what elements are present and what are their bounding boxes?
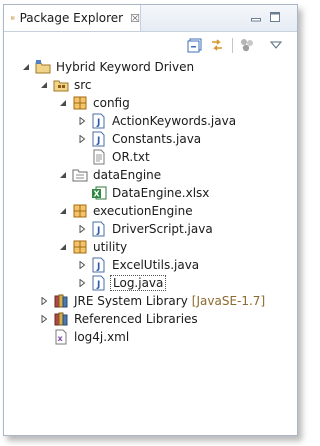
- collapse-all-icon[interactable]: [187, 37, 203, 53]
- maximize-icon[interactable]: [269, 11, 281, 23]
- tree-item-label: Referenced Libraries: [74, 312, 198, 326]
- expanded-arrow-icon[interactable]: [38, 76, 50, 94]
- package-explorer-icon: [11, 16, 15, 20]
- svg-text:J: J: [96, 226, 100, 236]
- library-icon: [53, 293, 69, 309]
- folder-icon: [72, 167, 88, 183]
- tree-item-label: utility: [93, 240, 128, 254]
- tree-item-excelutils-java[interactable]: J ExcelUtils.java: [76, 256, 199, 274]
- focus-on-active-task-icon[interactable]: [239, 37, 255, 53]
- collapsed-arrow-icon[interactable]: [76, 220, 88, 238]
- java-file-icon: J: [91, 221, 107, 237]
- expanded-arrow-icon[interactable]: [57, 166, 69, 184]
- tree-item-label: config: [93, 96, 130, 110]
- tree-item-label: Log.java: [110, 275, 167, 291]
- tree-item-dataengine-folder[interactable]: dataEngine: [57, 166, 161, 184]
- tree-item-label: executionEngine: [93, 204, 193, 218]
- collapsed-arrow-icon[interactable]: [76, 256, 88, 274]
- java-file-icon: J: [91, 131, 107, 147]
- svg-text:J: J: [96, 262, 100, 272]
- expanded-arrow-icon[interactable]: [57, 94, 69, 112]
- tree-item-label: JRE System Library: [74, 294, 188, 308]
- tree-item-log4j-xml[interactable]: x log4j.xml: [38, 328, 129, 346]
- excel-file-icon: X: [91, 185, 107, 201]
- library-icon: [53, 311, 69, 327]
- collapsed-arrow-icon[interactable]: [76, 112, 88, 130]
- collapsed-arrow-icon[interactable]: [76, 274, 88, 292]
- tree-item-label: log4j.xml: [74, 330, 130, 344]
- close-icon[interactable]: ☒: [130, 12, 140, 25]
- expanded-arrow-icon[interactable]: [57, 202, 69, 220]
- xml-file-icon: x: [53, 329, 69, 345]
- tree-item-label: OR.txt: [112, 150, 150, 164]
- tree-item-label: ActionKeywords.java: [112, 114, 237, 128]
- collapsed-arrow-icon[interactable]: [76, 130, 88, 148]
- view-tab-strip: Package Explorer ☒: [4, 5, 297, 32]
- tree-item-executionengine-package[interactable]: executionEngine: [57, 202, 193, 220]
- java-file-icon: J: [91, 113, 107, 129]
- tree-item-config-package[interactable]: config: [57, 94, 130, 112]
- tree-item-dataengine-xlsx[interactable]: X DataEngine.xlsx: [76, 184, 209, 202]
- tree-item-utility-package[interactable]: utility: [57, 238, 127, 256]
- tree-item-jre-system-library[interactable]: JRE System Library [JavaSE-1.7]: [38, 292, 265, 310]
- java-file-icon: J: [91, 275, 107, 291]
- package-icon: [72, 95, 88, 111]
- text-file-icon: [91, 149, 107, 165]
- package-icon: [72, 239, 88, 255]
- tree-item-label: DataEngine.xlsx: [112, 186, 210, 200]
- tree-item-src[interactable]: src: [38, 76, 92, 94]
- svg-text:J: J: [96, 280, 100, 290]
- svg-text:X: X: [94, 190, 101, 199]
- minimize-icon[interactable]: [250, 11, 262, 23]
- view-menu-icon[interactable]: [270, 40, 282, 50]
- java-file-icon: J: [91, 257, 107, 273]
- tree-item-label: DriverScript.java: [112, 222, 213, 236]
- tree-item-label: dataEngine: [93, 168, 162, 182]
- tree-item-or-txt[interactable]: OR.txt: [76, 148, 150, 166]
- expanded-arrow-icon[interactable]: [20, 58, 32, 76]
- toolbar-separator: [232, 38, 233, 53]
- tree-item-referenced-libraries[interactable]: Referenced Libraries: [38, 310, 198, 328]
- svg-text:J: J: [96, 136, 100, 146]
- svg-text:x: x: [58, 334, 64, 343]
- tab-label: Package Explorer: [19, 11, 124, 25]
- collapsed-arrow-icon[interactable]: [38, 292, 50, 310]
- svg-text:J: J: [96, 118, 100, 128]
- tree-item-label: src: [74, 78, 92, 92]
- tree-item-project[interactable]: Hybrid Keyword Driven: [20, 58, 194, 76]
- collapsed-arrow-icon[interactable]: [38, 310, 50, 328]
- tree-item-label: ExcelUtils.java: [112, 258, 200, 272]
- source-folder-icon: [53, 77, 69, 93]
- tree-item-actionkeywords-java[interactable]: J ActionKeywords.java: [76, 112, 236, 130]
- tree-item-label: Hybrid Keyword Driven: [56, 60, 195, 74]
- tab-package-explorer[interactable]: Package Explorer ☒: [4, 5, 141, 31]
- view-toolbar: [4, 32, 297, 58]
- tree-item-label: Constants.java: [112, 132, 202, 146]
- tree-item-log-java[interactable]: J Log.java: [76, 274, 167, 292]
- package-explorer-view: Package Explorer ☒ Hybrid Keyword Driven…: [3, 4, 298, 436]
- link-with-editor-icon[interactable]: [209, 37, 225, 53]
- jre-version-decoration: [JavaSE-1.7]: [191, 294, 266, 308]
- tree-item-constants-java[interactable]: J Constants.java: [76, 130, 201, 148]
- expanded-arrow-icon[interactable]: [57, 238, 69, 256]
- package-icon: [72, 203, 88, 219]
- java-project-icon: [35, 59, 51, 75]
- tree-item-driverscript-java[interactable]: J DriverScript.java: [76, 220, 213, 238]
